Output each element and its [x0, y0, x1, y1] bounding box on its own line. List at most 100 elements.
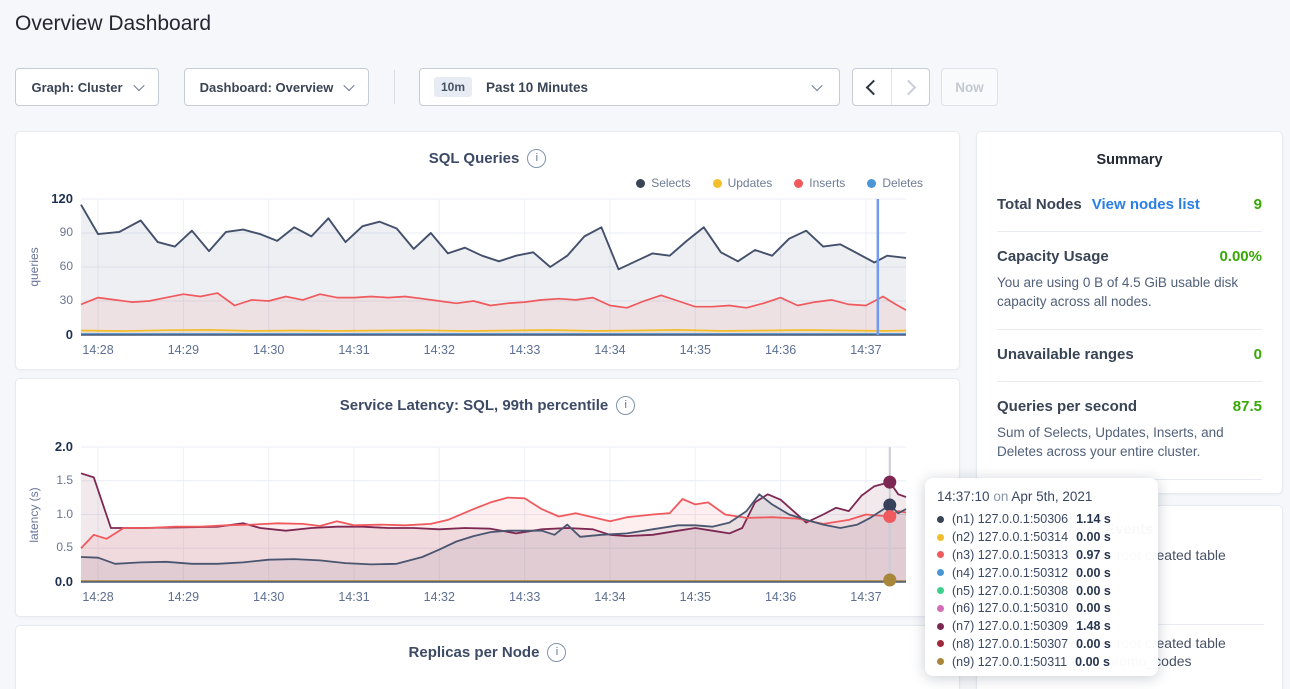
tooltip-timestamp: 14:37:10 on Apr 5th, 2021 [937, 489, 1146, 504]
tooltip-row: (n7) 127.0.0.1:50309 1.48 s [937, 618, 1146, 635]
summary-qps: Queries per second 87.5 Sum of Selects, … [997, 382, 1262, 480]
tooltip-node-value: 0.00 s [1076, 530, 1111, 544]
y-tick-label: 30 [16, 293, 73, 307]
x-tick-label: 14:37 [834, 590, 898, 604]
x-tick-label: 14:35 [663, 590, 727, 604]
summary-capacity: Capacity Usage 0.00% You are using 0 B o… [997, 232, 1262, 330]
y-tick-label: 60 [16, 259, 73, 273]
y-tick-label: 2.0 [16, 439, 73, 454]
legend-item[interactable]: Selects [636, 176, 690, 190]
y-tick-label: 0.0 [16, 574, 73, 589]
y-axis-label: latency (s) [27, 487, 41, 542]
x-tick-label: 14:35 [663, 343, 727, 357]
unavailable-value: 0 [1254, 346, 1262, 363]
tooltip-row: (n2) 127.0.0.1:50314 0.00 s [937, 529, 1146, 546]
series-dot-icon [937, 534, 944, 541]
series-dot-icon [937, 551, 944, 558]
summary-panel: Summary Total Nodes View nodes list 9 Ca… [976, 131, 1283, 494]
y-tick-label: 0 [16, 327, 73, 342]
y-tick-label: 1.5 [16, 473, 73, 487]
tooltip-row: (n3) 127.0.0.1:503130.97 s [937, 547, 1146, 564]
tooltip-node-label: (n3) 127.0.0.1:50313 [952, 548, 1068, 562]
chevron-down-icon [344, 80, 355, 91]
legend-dot-icon [867, 179, 876, 188]
x-tick-label: 14:32 [407, 343, 471, 357]
replicas-per-node-card: Replicas per Node i [15, 625, 960, 689]
overview-dashboard-page: Overview Dashboard Graph: Cluster Dashbo… [0, 0, 1290, 689]
time-prev-button[interactable] [853, 69, 891, 105]
x-tick-label: 14:29 [151, 343, 215, 357]
time-next-button[interactable] [891, 69, 930, 105]
graph-dropdown-label: Graph: Cluster [31, 80, 122, 95]
summary-unavailable-ranges: Unavailable ranges 0 [997, 330, 1262, 382]
tooltip-node-label: (n2) 127.0.0.1:50314 [952, 530, 1068, 544]
x-tick-label: 14:32 [407, 590, 471, 604]
tooltip-node-label: (n6) 127.0.0.1:50310 [952, 601, 1068, 615]
tooltip-node-label: (n4) 127.0.0.1:50312 [952, 566, 1068, 580]
x-tick-label: 14:31 [322, 590, 386, 604]
summary-total-nodes: Total Nodes View nodes list 9 [997, 180, 1262, 232]
tooltip-node-label: (n7) 127.0.0.1:50309 [952, 619, 1068, 633]
tooltip-node-value: 1.48 s [1076, 619, 1111, 633]
x-tick-label: 14:33 [493, 590, 557, 604]
chart-legend: Selects Updates Inserts Deletes [636, 176, 923, 190]
graph-dropdown[interactable]: Graph: Cluster [15, 68, 159, 106]
view-nodes-link[interactable]: View nodes list [1092, 196, 1200, 213]
sql-queries-plot [16, 132, 961, 371]
x-tick-label: 14:33 [493, 343, 557, 357]
dashboard-dropdown[interactable]: Dashboard: Overview [184, 68, 369, 106]
tooltip-row: (n8) 127.0.0.1:503070.00 s [937, 636, 1146, 653]
qps-label: Queries per second [997, 398, 1137, 415]
tooltip-node-label: (n9) 127.0.0.1:50311 [952, 655, 1067, 669]
chevron-down-icon [133, 80, 144, 91]
tooltip-node-value: 0.00 s [1076, 566, 1111, 580]
qps-value: 87.5 [1233, 398, 1262, 415]
legend-item[interactable]: Deletes [867, 176, 923, 190]
summary-title: Summary [977, 132, 1282, 168]
chevron-left-icon [866, 79, 882, 95]
dashboard-dropdown-label: Dashboard: Overview [200, 80, 334, 95]
x-tick-label: 14:28 [66, 343, 130, 357]
tooltip-row: (n4) 127.0.0.1:50312 0.00 s [937, 564, 1146, 581]
y-axis-label: queries [27, 247, 41, 286]
tooltip-row: (n9) 127.0.0.1:50311 0.00 s [937, 653, 1146, 670]
legend-item[interactable]: Updates [713, 176, 773, 190]
now-button[interactable]: Now [941, 68, 998, 106]
tooltip-node-label: (n8) 127.0.0.1:50307 [952, 637, 1068, 651]
tooltip-node-value: 1.14 s [1076, 512, 1111, 526]
time-step-buttons [852, 68, 930, 106]
capacity-label: Capacity Usage [997, 248, 1109, 265]
legend-item[interactable]: Inserts [794, 176, 845, 190]
legend-dot-icon [794, 179, 803, 188]
tooltip-node-value: 0.00 s [1075, 655, 1110, 669]
time-range-selector[interactable]: 10m Past 10 Minutes [419, 68, 840, 106]
x-tick-label: 14:36 [749, 590, 813, 604]
y-tick-label: 1.0 [16, 507, 73, 521]
chart-tooltip: 14:37:10 on Apr 5th, 2021 (n1) 127.0.0.1… [925, 478, 1158, 676]
sql-queries-card: SQL Queries i 14:2814:2914:3014:3114:321… [15, 131, 960, 370]
series-dot-icon [937, 605, 944, 612]
tooltip-node-value: 0.00 s [1076, 584, 1111, 598]
tooltip-node-label: (n5) 127.0.0.1:50308 [952, 584, 1068, 598]
legend-label: Deletes [882, 176, 923, 190]
time-range-label: Past 10 Minutes [486, 80, 588, 95]
tooltip-rows: (n1) 127.0.0.1:50306 1.14 s (n2) 127.0.0.1… [937, 511, 1146, 670]
x-tick-label: 14:31 [322, 343, 386, 357]
unavailable-label: Unavailable ranges [997, 346, 1134, 363]
service-latency-chart[interactable]: 14:2814:2914:3014:3114:3214:3314:3414:35… [16, 379, 959, 616]
tooltip-node-label: (n1) 127.0.0.1:50306 [952, 512, 1068, 526]
replicas-per-node-chart[interactable] [16, 626, 959, 689]
tooltip-time: 14:37:10 [937, 489, 990, 504]
x-tick-label: 14:28 [66, 590, 130, 604]
series-dot-icon [937, 658, 944, 665]
capacity-value: 0.00% [1219, 248, 1262, 265]
x-tick-label: 14:36 [749, 343, 813, 357]
legend-label: Selects [651, 176, 690, 190]
y-tick-label: 0.5 [16, 540, 73, 554]
chevron-down-icon [811, 80, 822, 91]
legend-dot-icon [713, 179, 722, 188]
tooltip-on: on [993, 489, 1008, 504]
tooltip-row: (n5) 127.0.0.1:50308 0.00 s [937, 582, 1146, 599]
controls-divider [394, 70, 395, 104]
sql-queries-chart[interactable]: 14:2814:2914:3014:3114:3214:3314:3414:35… [16, 132, 959, 369]
